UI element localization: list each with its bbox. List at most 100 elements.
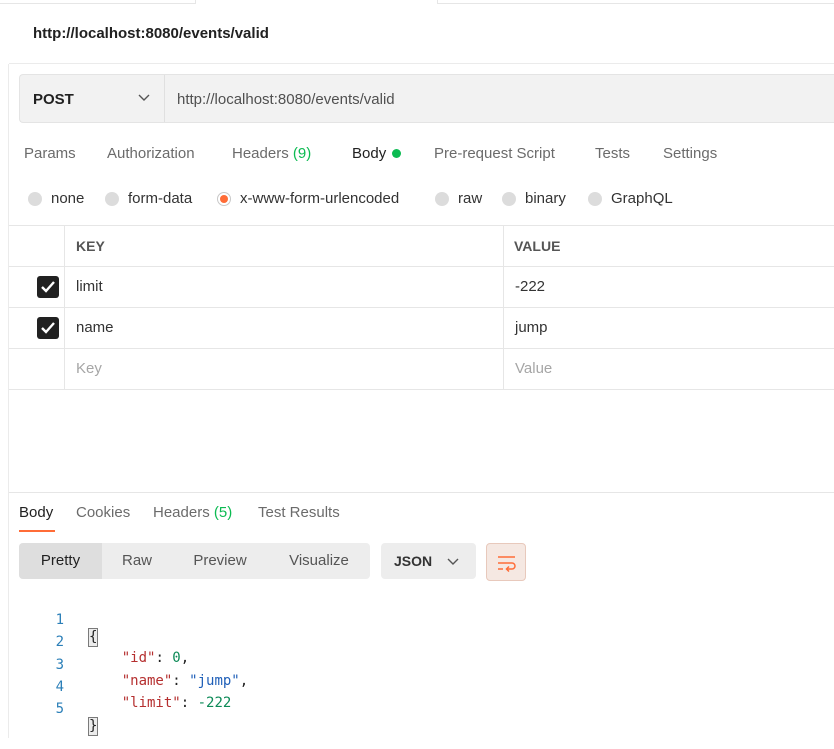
radio-label: binary [525, 190, 566, 207]
tab-params[interactable]: Params [24, 145, 76, 162]
value-cell[interactable]: jump [515, 319, 548, 336]
radio-x-www-form-urlencoded[interactable]: x-www-form-urlencoded [217, 190, 399, 207]
value-column-header: VALUE [514, 238, 561, 254]
radio-button[interactable] [502, 191, 516, 206]
line-number: 4 [55, 679, 64, 695]
json-close-brace: } [88, 717, 99, 736]
chevron-down-icon [138, 94, 150, 101]
radio-form-data[interactable]: form-data [105, 190, 192, 207]
view-visualize-button[interactable]: Visualize [268, 543, 370, 579]
tab-test-results[interactable]: Test Results [258, 504, 340, 521]
radio-label: x-www-form-urlencoded [240, 190, 400, 207]
view-pretty-button[interactable]: Pretty [19, 543, 102, 579]
column-divider [503, 267, 504, 307]
table-row-empty: Key Value [9, 349, 834, 390]
radio-binary[interactable]: binary [502, 190, 566, 207]
key-cell[interactable]: name [76, 319, 114, 336]
pane-divider[interactable] [9, 492, 834, 493]
format-select[interactable]: JSON [381, 543, 476, 579]
view-preview-button[interactable]: Preview [172, 543, 268, 579]
radio-none[interactable]: none [28, 190, 84, 207]
tab-response-body[interactable]: Body [19, 504, 55, 532]
tab-response-body-label: Body [19, 504, 54, 521]
line-number: 5 [55, 701, 64, 717]
column-divider [64, 308, 65, 348]
value-cell[interactable]: -222 [515, 278, 545, 295]
json-key: "id" [121, 650, 156, 666]
method-select[interactable]: POST [20, 75, 165, 122]
format-label: JSON [394, 553, 433, 569]
key-cell[interactable]: limit [76, 278, 103, 295]
radio-label: form-data [128, 190, 193, 207]
json-open-brace: { [88, 628, 99, 647]
modified-indicator-dot [392, 148, 402, 158]
column-divider [503, 349, 504, 389]
key-column-header: KEY [76, 238, 105, 254]
checkmark-icon [41, 281, 55, 293]
view-mode-segmented-control: Pretty Raw Preview Visualize [19, 543, 370, 579]
tab-headers[interactable]: Headers (9) [232, 145, 311, 162]
radio-button[interactable] [588, 191, 602, 206]
chevron-down-icon [447, 558, 459, 565]
tab-cookies[interactable]: Cookies [76, 504, 130, 521]
tab-body[interactable]: Body [352, 145, 402, 162]
method-label: POST [33, 91, 74, 108]
active-tab-underline [19, 530, 55, 532]
headers-count-badge: (5) [213, 504, 233, 521]
json-string: "jump" [189, 673, 240, 689]
code-line: 3 "name": "jump", [0, 641, 249, 689]
tab-headers-label: Headers [232, 145, 289, 162]
headers-count-badge: (9) [292, 145, 312, 162]
row-checkbox[interactable] [37, 276, 59, 298]
wrap-lines-icon [498, 556, 516, 572]
line-number: 3 [55, 657, 64, 673]
column-divider [64, 349, 65, 389]
request-tab[interactable] [437, 0, 834, 4]
radio-button[interactable] [28, 191, 42, 206]
code-line: 5 } [0, 685, 99, 736]
code-line: 2 "id": 0, [0, 618, 190, 666]
column-divider [503, 308, 504, 348]
request-tab[interactable] [0, 0, 196, 4]
column-divider [64, 267, 65, 307]
radio-label: GraphQL [611, 190, 673, 207]
tab-authorization[interactable]: Authorization [107, 145, 195, 162]
line-number: 2 [55, 634, 64, 650]
table-row: limit -222 [9, 267, 834, 308]
json-key: "name" [121, 673, 173, 689]
radio-label: raw [458, 190, 483, 207]
wrap-lines-button[interactable] [486, 543, 526, 581]
json-number: -222 [197, 695, 232, 711]
key-input[interactable]: Key [76, 360, 102, 377]
table-row: name jump [9, 308, 834, 349]
radio-button[interactable] [105, 191, 119, 206]
column-divider [503, 226, 504, 266]
tab-tests[interactable]: Tests [595, 145, 630, 162]
column-divider [64, 226, 65, 266]
radio-raw[interactable]: raw [435, 190, 482, 207]
value-input[interactable]: Value [515, 360, 552, 377]
tab-pre-request-script[interactable]: Pre-request Script [434, 145, 555, 162]
tab-response-headers[interactable]: Headers (5) [153, 504, 232, 521]
row-checkbox[interactable] [37, 317, 59, 339]
request-title: http://localhost:8080/events/valid [33, 25, 269, 42]
tab-settings[interactable]: Settings [663, 145, 717, 162]
radio-graphql[interactable]: GraphQL [588, 190, 673, 207]
radio-button[interactable] [435, 191, 449, 206]
tab-body-label: Body [352, 145, 387, 162]
radio-label: none [51, 190, 85, 207]
view-raw-button[interactable]: Raw [102, 543, 172, 579]
code-line: 1 { [0, 596, 99, 647]
checkmark-icon [41, 322, 55, 334]
code-line: 4 "limit": -222 [0, 663, 232, 711]
line-number: 1 [55, 612, 64, 628]
table-header-row: KEY VALUE [9, 225, 834, 267]
url-bar: POST http://localhost:8080/events/valid [19, 74, 834, 123]
radio-button-selected[interactable] [217, 191, 231, 206]
json-number: 0 [172, 650, 181, 666]
url-input[interactable]: http://localhost:8080/events/valid [177, 91, 395, 108]
json-key: "limit" [121, 695, 181, 711]
divider [9, 63, 834, 64]
top-tab-strip [0, 0, 834, 4]
tab-response-headers-label: Headers [153, 504, 210, 521]
